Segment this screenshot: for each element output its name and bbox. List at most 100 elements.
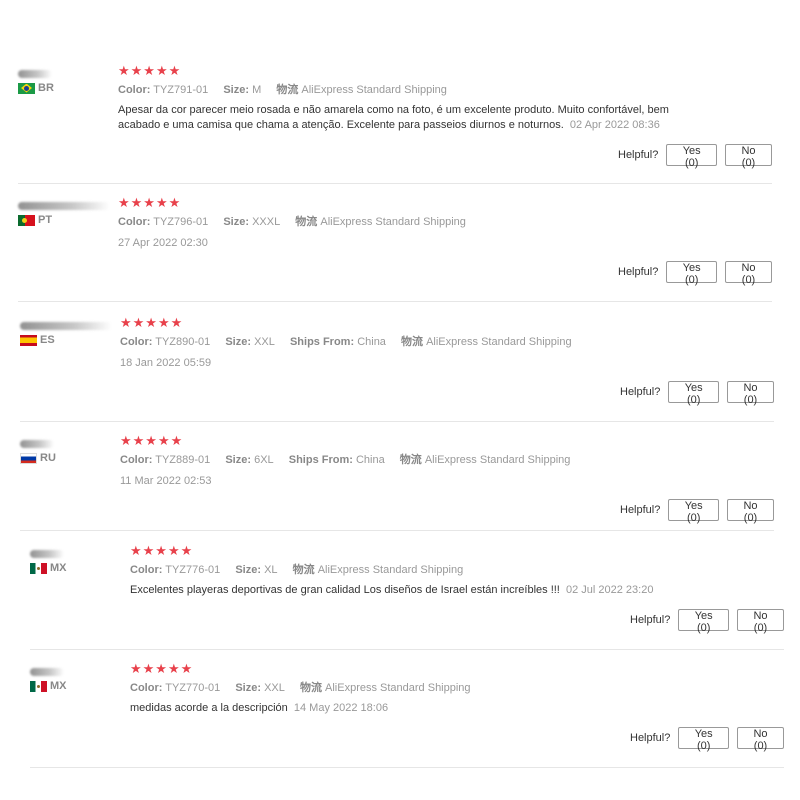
- country-code: ES: [40, 334, 55, 346]
- star-rating: ★★★★★: [120, 315, 184, 330]
- color-value: TYZ770-01: [165, 682, 221, 694]
- star-rating: ★★★★★: [130, 543, 194, 558]
- helpful-yes-button[interactable]: Yes (0): [666, 144, 718, 169]
- review-item: ES ★★★★★ Color: TYZ890-01 Size: XXL Ship…: [20, 316, 774, 422]
- helpful-no-button[interactable]: No (0): [737, 609, 784, 634]
- shipping-label: 物流: [401, 336, 423, 348]
- shipping-label: 物流: [399, 454, 422, 466]
- color-value: TYZ890-01: [155, 336, 211, 348]
- size-label: Size:: [225, 336, 252, 348]
- review-date: 02 Jul 2022 23:20: [565, 584, 654, 596]
- review-content: ★★★★★ Color: TYZ796-01 Size: XXXL 物流 Ali…: [118, 195, 718, 250]
- helpful-label: Helpful?: [620, 504, 661, 516]
- russia-flag-icon: [20, 452, 37, 464]
- helpful-no-button[interactable]: No (0): [727, 381, 774, 406]
- reviewer-info: RU: [20, 434, 110, 464]
- helpful-no-button[interactable]: No (0): [727, 499, 774, 524]
- reviewer-info: MX: [30, 662, 120, 692]
- reviewer-name-blurred: [20, 322, 112, 330]
- brazil-flag-icon: [18, 82, 35, 94]
- country-code: BR: [38, 82, 54, 94]
- review-date: 14 May 2022 18:06: [293, 702, 389, 714]
- star-rating: ★★★★★: [118, 63, 182, 78]
- review-content: ★★★★★ Color: TYZ890-01 Size: XXL Ships F…: [120, 315, 740, 370]
- review-date: 27 Apr 2022 02:30: [118, 237, 208, 249]
- helpful-yes-button[interactable]: Yes (0): [678, 727, 730, 752]
- review-text-block: Apesar da cor parecer meio rosada e não …: [118, 103, 678, 133]
- helpful-yes-button[interactable]: Yes (0): [678, 609, 730, 634]
- review-item: PT ★★★★★ Color: TYZ796-01 Size: XXXL 物流 …: [18, 196, 772, 302]
- ships-from-label: Ships From:: [289, 336, 355, 348]
- helpful-label: Helpful?: [630, 732, 671, 744]
- size-value: M: [252, 84, 262, 96]
- helpful-section: Helpful? Yes (0) No (0): [620, 381, 774, 406]
- star-rating: ★★★★★: [130, 661, 194, 676]
- helpful-yes-button[interactable]: Yes (0): [666, 261, 718, 286]
- review-item: RU ★★★★★ Color: TYZ889-01 Size: 6XL Ship…: [20, 434, 774, 531]
- helpful-label: Helpful?: [630, 614, 671, 626]
- ships-from-label: Ships From:: [288, 454, 353, 466]
- review-item: MX ★★★★★ Color: TYZ776-01 Size: XL 物流 Al…: [30, 544, 784, 650]
- star-rating-value: ★★★★★: [118, 195, 182, 210]
- reviewer-info: PT: [18, 196, 110, 226]
- shipping-value: AliExpress Standard Shipping: [301, 84, 447, 96]
- review-attributes: Color: TYZ776-01 Size: XL 物流 AliExpress …: [130, 563, 750, 577]
- mexico-flag-icon: [30, 680, 47, 692]
- helpful-label: Helpful?: [620, 386, 661, 398]
- size-value: XXXL: [252, 216, 281, 228]
- color-value: TYZ889-01: [155, 454, 211, 466]
- review-date: 18 Jan 2022 05:59: [120, 357, 212, 369]
- ships-from-value: China: [357, 336, 386, 348]
- size-label: Size:: [235, 564, 262, 576]
- review-attributes: Color: TYZ796-01 Size: XXXL 物流 AliExpres…: [118, 215, 718, 229]
- color-value: TYZ776-01: [165, 564, 221, 576]
- reviewer-country: RU: [20, 452, 56, 464]
- country-code: RU: [40, 452, 56, 464]
- reviewer-name-blurred: [30, 550, 64, 558]
- reviewer-country: MX: [30, 562, 67, 574]
- shipping-value: AliExpress Standard Shipping: [320, 216, 466, 228]
- reviewer-name-blurred: [20, 440, 54, 448]
- helpful-section: Helpful? Yes (0) No (0): [618, 144, 772, 169]
- country-code: MX: [50, 680, 67, 692]
- review-text-block: medidas acorde a la descripción 14 May 2…: [130, 701, 750, 716]
- mexico-flag-icon: [30, 562, 47, 574]
- size-label: Size:: [225, 454, 252, 466]
- review-content: ★★★★★ Color: TYZ791-01 Size: M 物流 AliExp…: [118, 64, 718, 133]
- country-code: PT: [38, 214, 53, 226]
- helpful-no-button[interactable]: No (0): [725, 261, 772, 286]
- shipping-value: AliExpress Standard Shipping: [317, 564, 464, 576]
- size-value: XXL: [254, 336, 275, 348]
- reviewer-info: MX: [30, 544, 120, 574]
- color-value: TYZ796-01: [153, 216, 209, 228]
- helpful-label: Helpful?: [618, 149, 659, 161]
- color-label: Color:: [120, 336, 153, 348]
- reviewer-country: PT: [18, 214, 52, 226]
- helpful-yes-button[interactable]: Yes (0): [668, 381, 720, 406]
- review-text: medidas acorde a la descripción: [130, 702, 288, 714]
- size-value: 6XL: [254, 454, 274, 466]
- size-label: Size:: [223, 84, 250, 96]
- review-text: Excelentes playeras deportivas de gran c…: [130, 584, 560, 596]
- reviewer-country: MX: [30, 680, 67, 692]
- portugal-flag-icon: [18, 214, 35, 226]
- review-attributes: Color: TYZ770-01 Size: XXL 物流 AliExpress…: [130, 681, 750, 695]
- reviewer-info: BR: [18, 64, 108, 94]
- review-date: 11 Mar 2022 02:53: [120, 475, 212, 487]
- shipping-label: 物流: [276, 84, 299, 96]
- review-content: ★★★★★ Color: TYZ889-01 Size: 6XL Ships F…: [120, 434, 740, 488]
- helpful-section: Helpful? Yes (0) No (0): [618, 261, 772, 286]
- country-code: MX: [50, 562, 67, 574]
- color-label: Color:: [130, 682, 163, 694]
- review-content: ★★★★★ Color: TYZ770-01 Size: XXL 物流 AliE…: [130, 662, 750, 716]
- shipping-value: AliExpress Standard Shipping: [424, 454, 571, 466]
- ships-from-value: China: [355, 454, 385, 466]
- helpful-no-button[interactable]: No (0): [737, 727, 784, 752]
- helpful-yes-button[interactable]: Yes (0): [668, 499, 720, 524]
- helpful-no-button[interactable]: No (0): [725, 144, 772, 169]
- review-item: BR ★★★★★ Color: TYZ791-01 Size: M 物流 Ali…: [18, 64, 772, 184]
- reviewer-name-blurred: [18, 70, 52, 78]
- color-label: Color:: [130, 564, 163, 576]
- reviewer-info: ES: [20, 316, 112, 346]
- shipping-value: AliExpress Standard Shipping: [325, 682, 471, 694]
